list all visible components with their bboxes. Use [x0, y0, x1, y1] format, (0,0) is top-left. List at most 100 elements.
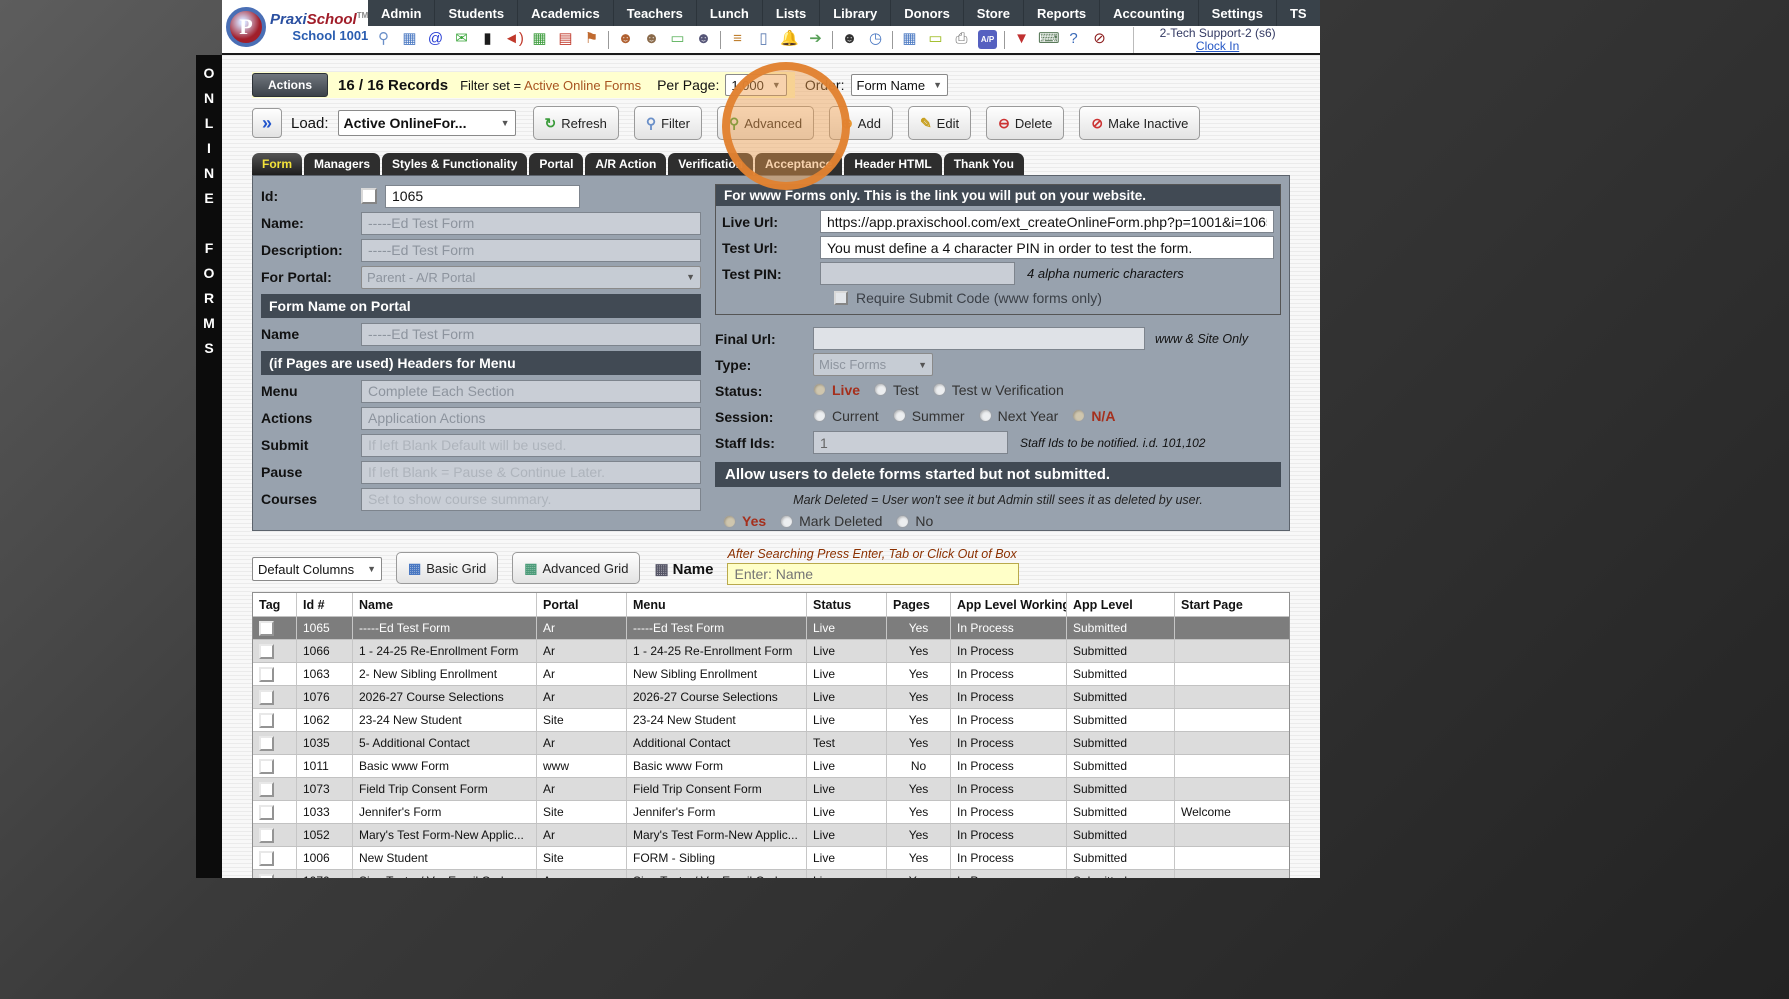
- mobile-phone-icon[interactable]: ▮: [478, 30, 497, 49]
- column-header-id[interactable]: Id #: [297, 593, 353, 616]
- tab-headerhtml[interactable]: Header HTML: [844, 153, 941, 175]
- table-row[interactable]: 1070Sign Test w/ Ver Email CodeArSign Te…: [253, 870, 1289, 878]
- nav-item-academics[interactable]: Academics: [518, 0, 614, 26]
- delete-radio[interactable]: [780, 515, 793, 528]
- column-header-applevelworking[interactable]: App Level Working: [951, 593, 1067, 616]
- column-header-name[interactable]: Name: [353, 593, 537, 616]
- session-radio[interactable]: [813, 409, 826, 422]
- id-field[interactable]: [385, 185, 580, 208]
- session-radio[interactable]: [1072, 409, 1085, 422]
- column-header-status[interactable]: Status: [807, 593, 887, 616]
- live-url-field[interactable]: [820, 210, 1274, 233]
- id-checkbox[interactable]: [361, 188, 377, 204]
- per-page-select[interactable]: 1,000▼: [725, 74, 786, 96]
- table-row[interactable]: 106223-24 New StudentSite23-24 New Stude…: [253, 709, 1289, 732]
- nav-item-ts[interactable]: TS: [1277, 0, 1320, 26]
- brand-logo[interactable]: P PraxiSchoolTM School 1001: [222, 0, 368, 53]
- session-radio[interactable]: [979, 409, 992, 422]
- tab-verification[interactable]: Verification: [668, 153, 753, 175]
- search-icon[interactable]: ⚲: [374, 30, 393, 49]
- lunch-icon[interactable]: ≡: [728, 30, 747, 49]
- row-tag-checkbox[interactable]: [259, 874, 274, 879]
- delete-radio[interactable]: [896, 515, 909, 528]
- status-radio[interactable]: [874, 383, 887, 396]
- column-header-menu[interactable]: Menu: [627, 593, 807, 616]
- nav-item-donors[interactable]: Donors: [891, 0, 964, 26]
- row-tag-checkbox[interactable]: [259, 621, 274, 636]
- calendar-grid-icon[interactable]: ▦: [400, 30, 419, 49]
- table-row[interactable]: 1033Jennifer's FormSiteJennifer's FormLi…: [253, 801, 1289, 824]
- row-tag-checkbox[interactable]: [259, 690, 274, 705]
- delete-button[interactable]: ⊖Delete: [986, 106, 1064, 140]
- tab-acceptance[interactable]: Acceptance: [755, 153, 842, 175]
- bell-icon[interactable]: 🔔: [780, 30, 799, 49]
- add-button[interactable]: ⊕Add: [829, 106, 893, 140]
- test-pin-field[interactable]: [820, 262, 1015, 285]
- table-row[interactable]: 1052Mary's Test Form-New Applic...ArMary…: [253, 824, 1289, 847]
- staff-icon[interactable]: ☻: [840, 30, 859, 49]
- column-header-tag[interactable]: Tag: [253, 593, 297, 616]
- add-person-icon[interactable]: ☻: [616, 30, 635, 49]
- nav-item-admin[interactable]: Admin: [368, 0, 435, 26]
- table-row[interactable]: 1073Field Trip Consent FormArField Trip …: [253, 778, 1289, 801]
- chat-bubble-icon[interactable]: ✉: [452, 30, 471, 49]
- delete-radio[interactable]: [723, 515, 736, 528]
- staff-ids-field[interactable]: [813, 431, 1008, 454]
- row-tag-checkbox[interactable]: [259, 644, 274, 659]
- pause-field[interactable]: [361, 461, 701, 484]
- row-tag-checkbox[interactable]: [259, 667, 274, 682]
- nav-item-teachers[interactable]: Teachers: [614, 0, 697, 26]
- table-row[interactable]: 10355- Additional ContactArAdditional Co…: [253, 732, 1289, 755]
- require-submit-checkbox[interactable]: [834, 291, 848, 305]
- print-card-icon[interactable]: ⎙: [952, 30, 971, 49]
- tab-thankyou[interactable]: Thank You: [944, 153, 1024, 175]
- pdf-icon[interactable]: ▼: [1012, 30, 1031, 49]
- tab-araction[interactable]: A/R Action: [585, 153, 666, 175]
- columns-select[interactable]: Default Columns▼: [252, 557, 382, 581]
- edit-button[interactable]: ✎Edit: [908, 106, 971, 140]
- row-tag-checkbox[interactable]: [259, 736, 274, 751]
- session-radio[interactable]: [893, 409, 906, 422]
- courses-field[interactable]: [361, 488, 701, 511]
- nav-item-store[interactable]: Store: [964, 0, 1024, 26]
- row-tag-checkbox[interactable]: [259, 713, 274, 728]
- row-tag-checkbox[interactable]: [259, 782, 274, 797]
- bin-icon[interactable]: ▯: [754, 30, 773, 49]
- alarm-clock-icon[interactable]: ◷: [866, 30, 885, 49]
- table-row[interactable]: 1065-----Ed Test FormAr-----Ed Test Form…: [253, 617, 1289, 640]
- nav-item-students[interactable]: Students: [435, 0, 518, 26]
- money-icon[interactable]: ▭: [668, 30, 687, 49]
- megaphone-icon[interactable]: ⚑: [582, 30, 601, 49]
- advanced-grid-button[interactable]: ▦Advanced Grid: [512, 552, 640, 584]
- table-row[interactable]: 10762026-27 Course SelectionsAr2026-27 C…: [253, 686, 1289, 709]
- family-icon[interactable]: ☻: [694, 30, 713, 49]
- final-url-field[interactable]: [813, 327, 1145, 350]
- schedule-grid-icon[interactable]: ▦: [530, 30, 549, 49]
- power-icon[interactable]: ⊘: [1090, 30, 1109, 49]
- basic-grid-button[interactable]: ▦Basic Grid: [396, 552, 498, 584]
- submit-field[interactable]: [361, 434, 701, 457]
- expand-button[interactable]: »: [252, 108, 282, 138]
- card-icon[interactable]: ▭: [926, 30, 945, 49]
- tab-form[interactable]: Form: [252, 153, 302, 175]
- cash-register-icon[interactable]: ⌨: [1038, 30, 1057, 49]
- table-row[interactable]: 10632- New Sibling EnrollmentArNew Sibli…: [253, 663, 1289, 686]
- actions-button[interactable]: Actions: [252, 73, 328, 97]
- clock-in-link[interactable]: Clock In: [1196, 40, 1239, 53]
- table-row[interactable]: 1011Basic www FormwwwBasic www FormLiveN…: [253, 755, 1289, 778]
- speaker-icon[interactable]: ◄): [504, 30, 523, 49]
- help-icon[interactable]: ?: [1064, 30, 1083, 49]
- column-header-pages[interactable]: Pages: [887, 593, 951, 616]
- person-icon[interactable]: ☻: [642, 30, 661, 49]
- spreadsheet-icon[interactable]: ▦: [900, 30, 919, 49]
- tab-managers[interactable]: Managers: [304, 153, 380, 175]
- order-select[interactable]: Form Name▼: [851, 74, 949, 96]
- email-at-icon[interactable]: @: [426, 30, 445, 49]
- column-header-applevel[interactable]: App Level: [1067, 593, 1175, 616]
- advanced-button[interactable]: ⚲Advanced: [717, 106, 814, 140]
- nav-item-library[interactable]: Library: [820, 0, 891, 26]
- nav-item-reports[interactable]: Reports: [1024, 0, 1100, 26]
- calendar-date-icon[interactable]: ▤: [556, 30, 575, 49]
- tab-portal[interactable]: Portal: [529, 153, 583, 175]
- row-tag-checkbox[interactable]: [259, 805, 274, 820]
